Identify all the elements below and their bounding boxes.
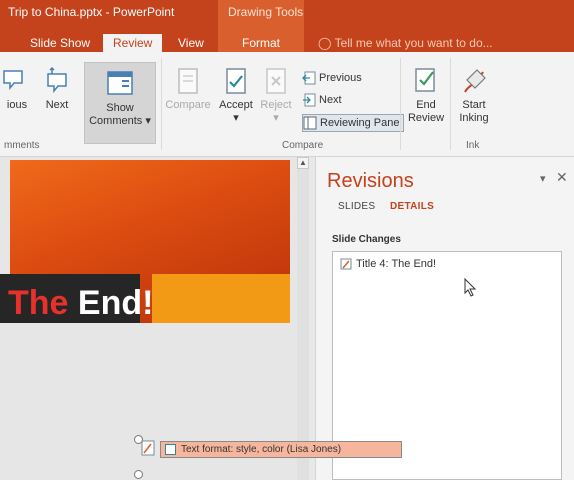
comment-next-icon: [47, 66, 67, 94]
dropdown-arrow-icon: ▾: [145, 115, 151, 127]
reviewing-pane-label: Reviewing Pane: [320, 117, 400, 129]
end-review-icon: [415, 68, 435, 92]
comment-previous-icon: [3, 70, 23, 91]
reject-button[interactable]: Reject ▾: [258, 66, 294, 125]
window-title: Trip to China.pptx - PowerPoint: [8, 5, 175, 19]
tab-view[interactable]: View: [178, 34, 204, 52]
previous-change-label: Previous: [319, 72, 362, 84]
orange-shape[interactable]: [152, 274, 290, 323]
tab-details[interactable]: DETAILS: [390, 201, 434, 212]
comments-group-label: mments: [4, 140, 40, 151]
revision-marker-icon[interactable]: [141, 440, 155, 456]
show-comments-line1: Show: [106, 102, 134, 114]
tooltip-text: Text format: style, color (Lisa Jones): [181, 444, 342, 455]
reviewing-pane-icon: [303, 116, 317, 130]
ribbon-tabs: Slide Show Review View Format ◯ Tell me …: [0, 34, 574, 54]
reject-icon: [266, 68, 286, 94]
ribbon-separator: [450, 58, 451, 150]
compare-button[interactable]: Compare: [164, 66, 212, 112]
start-inking-line2: Inking: [459, 112, 489, 124]
accept-icon: [226, 68, 246, 94]
resize-handle[interactable]: [134, 470, 143, 479]
ribbon-separator: [400, 58, 401, 150]
checkbox-icon[interactable]: [165, 443, 176, 455]
slide-title-red: The: [8, 284, 69, 322]
close-icon[interactable]: ✕: [556, 169, 568, 186]
compare-label: Compare: [165, 99, 211, 111]
previous-change-button[interactable]: Previous: [302, 70, 362, 86]
vertical-scrollbar[interactable]: [297, 157, 309, 480]
previous-change-icon: [302, 71, 316, 85]
reject-dropdown-icon: ▾: [273, 112, 279, 124]
pen-icon: [464, 69, 486, 93]
next-change-label: Next: [319, 94, 342, 106]
lightbulb-icon: ◯: [318, 36, 332, 50]
tab-slide-show[interactable]: Slide Show: [30, 34, 90, 52]
previous-comment-button[interactable]: ious: [0, 66, 34, 112]
end-review-button[interactable]: End Review: [406, 66, 446, 125]
accept-dropdown-icon: ▾: [233, 112, 239, 124]
previous-label: ious: [6, 99, 28, 111]
next-change-icon: [303, 93, 316, 107]
edit-change-icon: [340, 258, 352, 270]
end-review-line2: Review: [407, 112, 445, 124]
change-item-label: Title 4: The End!: [356, 258, 437, 270]
revision-tooltip[interactable]: Text format: style, color (Lisa Jones): [160, 441, 402, 458]
next-label: Next: [45, 99, 69, 111]
reject-label: Reject: [260, 99, 292, 111]
ribbon-separator: [161, 58, 162, 150]
ink-group-label: Ink: [466, 140, 480, 151]
accept-button[interactable]: Accept ▾: [216, 66, 256, 125]
accept-label: Accept: [219, 99, 253, 111]
compare-group-label: Compare: [282, 140, 324, 151]
next-comment-button[interactable]: Next: [38, 66, 76, 112]
start-inking-button[interactable]: Start Inking: [454, 66, 494, 125]
next-change-button[interactable]: Next: [302, 92, 342, 108]
start-inking-line1: Start: [462, 99, 486, 111]
show-comments-button[interactable]: Show Comments ▾: [84, 62, 156, 144]
show-comments-line2: Comments ▾: [89, 115, 151, 127]
change-item[interactable]: Title 4: The End!: [340, 258, 436, 270]
slide-title-text[interactable]: The End!: [8, 286, 153, 320]
tell-me-text: Tell me what you want to do...: [334, 36, 493, 50]
reviewing-pane-button[interactable]: Reviewing Pane: [302, 114, 404, 132]
mouse-cursor-icon: [464, 278, 477, 297]
pane-title: Revisions: [327, 170, 414, 192]
compare-icon: [178, 68, 198, 94]
tell-me-box[interactable]: ◯ Tell me what you want to do...: [318, 34, 493, 52]
end-review-line1: End: [416, 99, 436, 111]
pane-options-icon[interactable]: ▾: [540, 172, 546, 185]
tab-format[interactable]: Format: [242, 34, 280, 52]
slide-title-white: End!: [68, 284, 154, 322]
scroll-up-icon[interactable]: ▲: [297, 157, 309, 169]
slide-changes-label: Slide Changes: [332, 234, 401, 245]
drawing-tools-label: Drawing Tools: [228, 5, 304, 19]
show-comments-icon: [107, 71, 133, 95]
tab-slides[interactable]: SLIDES: [338, 201, 375, 212]
tab-review[interactable]: Review: [103, 34, 163, 54]
